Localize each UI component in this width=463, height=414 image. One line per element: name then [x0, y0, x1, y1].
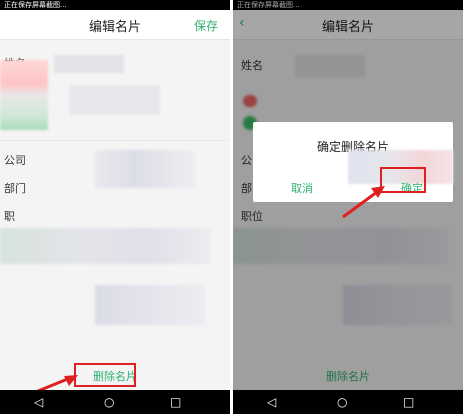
name-field[interactable]	[54, 55, 124, 73]
extra-field[interactable]	[95, 285, 205, 325]
phone-field[interactable]	[70, 85, 160, 115]
nav-bar: ◁ ○ □	[0, 390, 230, 414]
home-icon[interactable]: ○	[104, 395, 114, 409]
phone-confirm-delete: 正在保存屏幕截图... ‹ 编辑名片 姓名 公 部 职位 删除名片 确定删除名片…	[233, 0, 463, 414]
back-icon[interactable]: ◁	[267, 395, 276, 409]
highlight-box	[74, 363, 136, 387]
highlight-box	[380, 167, 426, 193]
status-text: 正在保存屏幕截图...	[4, 1, 67, 9]
status-bar: 正在保存屏幕截图...	[0, 0, 230, 10]
company-field[interactable]	[95, 150, 195, 188]
header-bar: 编辑名片 保存	[0, 10, 230, 40]
tutorial-screenshot: 正在保存屏幕截图... 编辑名片 保存 姓名 公司 部门 职 删除名片 ◁ ○ …	[0, 0, 463, 414]
recent-apps-icon[interactable]: □	[403, 395, 414, 409]
back-icon[interactable]: ◁	[34, 395, 43, 409]
divider	[0, 140, 230, 141]
position-label: 职	[4, 210, 15, 223]
company-label: 公司	[4, 154, 26, 167]
avatar[interactable]	[0, 60, 48, 130]
position-field[interactable]	[0, 228, 210, 264]
nav-bar: ◁ ○ □	[233, 390, 463, 414]
dim-overlay	[233, 0, 463, 414]
phone-edit-card: 正在保存屏幕截图... 编辑名片 保存 姓名 公司 部门 职 删除名片 ◁ ○ …	[0, 0, 230, 414]
save-button[interactable]: 保存	[194, 17, 218, 34]
department-label: 部门	[4, 182, 26, 195]
home-icon[interactable]: ○	[337, 395, 347, 409]
recent-apps-icon[interactable]: □	[170, 395, 181, 409]
cancel-button[interactable]: 取消	[291, 180, 313, 196]
